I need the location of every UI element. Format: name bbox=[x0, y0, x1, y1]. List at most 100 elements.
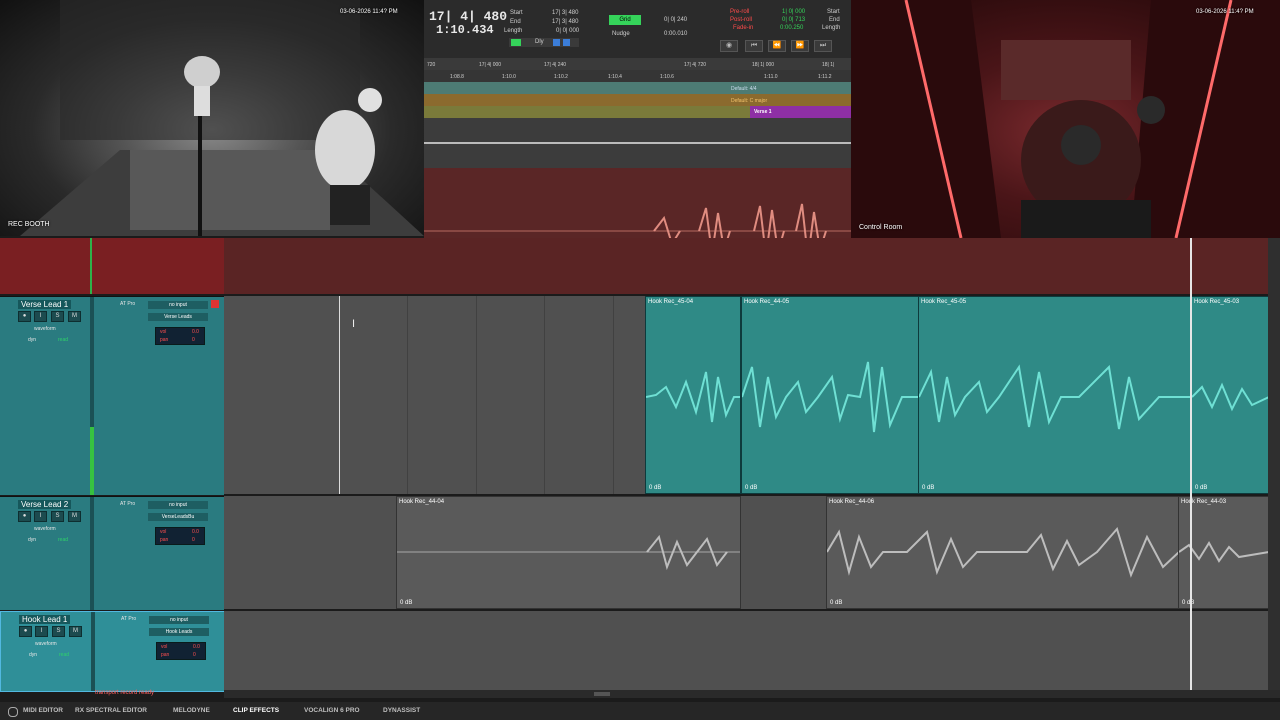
tab-rx-spectral-editor[interactable]: RX SPECTRAL EDITOR bbox=[75, 707, 147, 714]
key-ruler[interactable]: Default: C major bbox=[424, 94, 851, 106]
track-header[interactable]: Verse Lead 1 ● I S M waveform dyn read A… bbox=[0, 296, 224, 495]
track-view-selector[interactable]: waveform bbox=[34, 526, 56, 532]
horizontal-scrollbar[interactable] bbox=[224, 690, 1280, 698]
output-selector[interactable]: Verse Leads bbox=[148, 313, 208, 321]
mode-icon[interactable] bbox=[553, 39, 560, 46]
mode-icon-2[interactable] bbox=[563, 39, 570, 46]
track-name[interactable]: Hook Lead 1 bbox=[19, 615, 71, 624]
track-header[interactable]: Hook Lead 1 ● I S M waveform dyn read AT… bbox=[0, 611, 226, 692]
link-icon[interactable] bbox=[511, 39, 521, 46]
fadein-label[interactable]: Fade-in bbox=[733, 25, 753, 31]
clip-gain[interactable]: 0 dB bbox=[830, 600, 842, 606]
postroll-label[interactable]: Post-roll bbox=[730, 17, 752, 23]
track-verse-lead-2[interactable]: Verse Lead 2 ● I S M waveform dyn read A… bbox=[0, 496, 1280, 610]
rewind-button[interactable]: ⏪ bbox=[768, 40, 786, 52]
return-to-zero-button[interactable]: ⏮ bbox=[745, 40, 763, 52]
track-lane[interactable]: Hook Rec_44-04 0 dB Hook Rec_44-06 0 dB … bbox=[224, 496, 1270, 609]
dyn-button[interactable]: dyn bbox=[28, 337, 36, 343]
input-monitor-button[interactable]: I bbox=[35, 626, 48, 637]
track-name[interactable]: Verse Lead 1 bbox=[18, 300, 72, 309]
clip-gain[interactable]: 0 dB bbox=[1182, 600, 1194, 606]
insert-slot[interactable]: AT Pro bbox=[120, 301, 135, 307]
record-enable-button[interactable]: ● bbox=[19, 626, 32, 637]
record-enable-button[interactable]: ● bbox=[18, 511, 31, 522]
solo-button[interactable]: S bbox=[51, 311, 64, 322]
record-enable-button[interactable]: ● bbox=[18, 311, 31, 322]
go-to-end-button[interactable]: ⏭ bbox=[814, 40, 832, 52]
key-marker[interactable]: Default: C major bbox=[731, 98, 767, 104]
insert-slot[interactable]: AT Pro bbox=[121, 616, 136, 622]
track-verse-lead-1[interactable]: Verse Lead 1 ● I S M waveform dyn read A… bbox=[0, 296, 1280, 495]
clip-gain[interactable]: 0 dB bbox=[400, 600, 412, 606]
track-view-selector[interactable]: waveform bbox=[35, 641, 57, 647]
vol-pan-box[interactable]: vol 0.0 pan 0 bbox=[155, 527, 205, 545]
clip-gain[interactable]: 0 dB bbox=[649, 485, 661, 491]
playhead[interactable] bbox=[1190, 238, 1192, 690]
vol-pan-box[interactable]: vol 0.0 pan 0 bbox=[156, 642, 206, 660]
audio-clip[interactable]: Hook Rec_45-03 0 dB bbox=[1191, 296, 1270, 494]
input-selector[interactable]: no input bbox=[148, 301, 208, 309]
nudge-label[interactable]: Nudge bbox=[612, 31, 630, 37]
marker-ruler[interactable]: Verse 1 bbox=[424, 106, 851, 118]
online-button[interactable]: ◉ bbox=[720, 40, 738, 52]
dyn-button[interactable]: dyn bbox=[28, 537, 36, 543]
timeline-rulers[interactable]: 720 17| 4| 000 17| 4| 240 17| 4| 720 18|… bbox=[424, 58, 851, 168]
pan-value[interactable]: 0 bbox=[193, 652, 196, 658]
dyn-button[interactable]: dyn bbox=[29, 652, 37, 658]
automation-mode[interactable]: read bbox=[58, 337, 68, 343]
marker-label[interactable]: Verse 1 bbox=[754, 109, 772, 115]
tab-melodyne[interactable]: MELODYNE bbox=[173, 707, 210, 714]
tab-clip-effects[interactable]: CLIP EFFECTS bbox=[233, 707, 279, 714]
automation-mode[interactable]: read bbox=[59, 652, 69, 658]
nudge-value[interactable]: 0:00.010 bbox=[664, 31, 687, 37]
clip-gain[interactable]: 0 dB bbox=[1195, 485, 1207, 491]
tab-dynassist[interactable]: DYNASSIST bbox=[383, 707, 420, 714]
track-hook-lead-1[interactable]: Hook Lead 1 ● I S M waveform dyn read AT… bbox=[0, 611, 1280, 692]
meter-ruler[interactable]: Default: 4/4 bbox=[424, 82, 851, 94]
min-sec-counter[interactable]: 1:10.434 bbox=[436, 23, 494, 37]
clip-gain[interactable]: 0 dB bbox=[745, 485, 757, 491]
output-selector[interactable]: Hook Leads bbox=[149, 628, 209, 636]
automation-mode[interactable]: read bbox=[58, 537, 68, 543]
audio-clip[interactable]: Hook Rec_44-06 0 dB bbox=[826, 496, 1180, 609]
audio-clip[interactable]: Hook Rec_44-05 0 dB bbox=[741, 296, 919, 494]
audio-clip[interactable]: Hook Rec_44-04 0 dB bbox=[396, 496, 741, 609]
end-value[interactable]: 17| 3| 480 bbox=[552, 19, 578, 25]
fast-forward-button[interactable]: ⏩ bbox=[791, 40, 809, 52]
grid-button[interactable]: Grid bbox=[609, 15, 641, 25]
scroll-thumb[interactable] bbox=[594, 692, 610, 696]
tab-midi-editor[interactable]: MIDI EDITOR bbox=[23, 707, 63, 714]
grid-value[interactable]: 0| 0| 240 bbox=[664, 17, 687, 23]
pan-value[interactable]: 0 bbox=[192, 337, 195, 343]
solo-button[interactable]: S bbox=[52, 626, 65, 637]
vol-value[interactable]: 0.0 bbox=[193, 644, 200, 650]
bars-beats-counter[interactable]: 17| 4| 480 bbox=[429, 9, 507, 24]
vol-value[interactable]: 0.0 bbox=[192, 329, 199, 335]
track-view-selector[interactable]: waveform bbox=[34, 326, 56, 332]
preroll-value[interactable]: 1| 0| 000 bbox=[782, 9, 805, 15]
vol-pan-box[interactable]: vol 0.0 pan 0 bbox=[155, 327, 205, 345]
min-sec-ruler[interactable]: 1:08.8 1:10.0 1:10.2 1:10.4 1:10.6 1:11.… bbox=[424, 70, 851, 82]
insert-slot[interactable]: AT Pro bbox=[120, 501, 135, 507]
record-mode-buttons[interactable]: Dly bbox=[509, 38, 579, 47]
meter-marker[interactable]: Default: 4/4 bbox=[731, 86, 757, 92]
pan-value[interactable]: 0 bbox=[192, 537, 195, 543]
mute-button[interactable]: M bbox=[69, 626, 82, 637]
input-selector[interactable]: no input bbox=[148, 501, 208, 509]
output-selector[interactable]: VerseLeadsBu bbox=[148, 513, 208, 521]
input-monitor-button[interactable]: I bbox=[34, 511, 47, 522]
fadein-value[interactable]: 0:00.250 bbox=[780, 25, 803, 31]
mute-button[interactable]: M bbox=[68, 511, 81, 522]
track-lane[interactable] bbox=[224, 611, 1268, 690]
gear-icon[interactable] bbox=[8, 707, 18, 717]
length-value[interactable]: 0| 0| 000 bbox=[556, 28, 579, 34]
clip-gain[interactable]: 0 dB bbox=[922, 485, 934, 491]
mute-button[interactable]: M bbox=[68, 311, 81, 322]
preroll-label[interactable]: Pre-roll bbox=[730, 9, 749, 15]
track-name[interactable]: Verse Lead 2 bbox=[18, 500, 72, 509]
audio-clip[interactable]: Hook Rec_45-04 0 dB bbox=[645, 296, 741, 494]
record-arm-icon[interactable] bbox=[211, 300, 219, 308]
vertical-scrollbar[interactable] bbox=[1268, 238, 1280, 690]
postroll-value[interactable]: 0| 0| 713 bbox=[782, 17, 805, 23]
start-value[interactable]: 17| 3| 480 bbox=[552, 10, 578, 16]
